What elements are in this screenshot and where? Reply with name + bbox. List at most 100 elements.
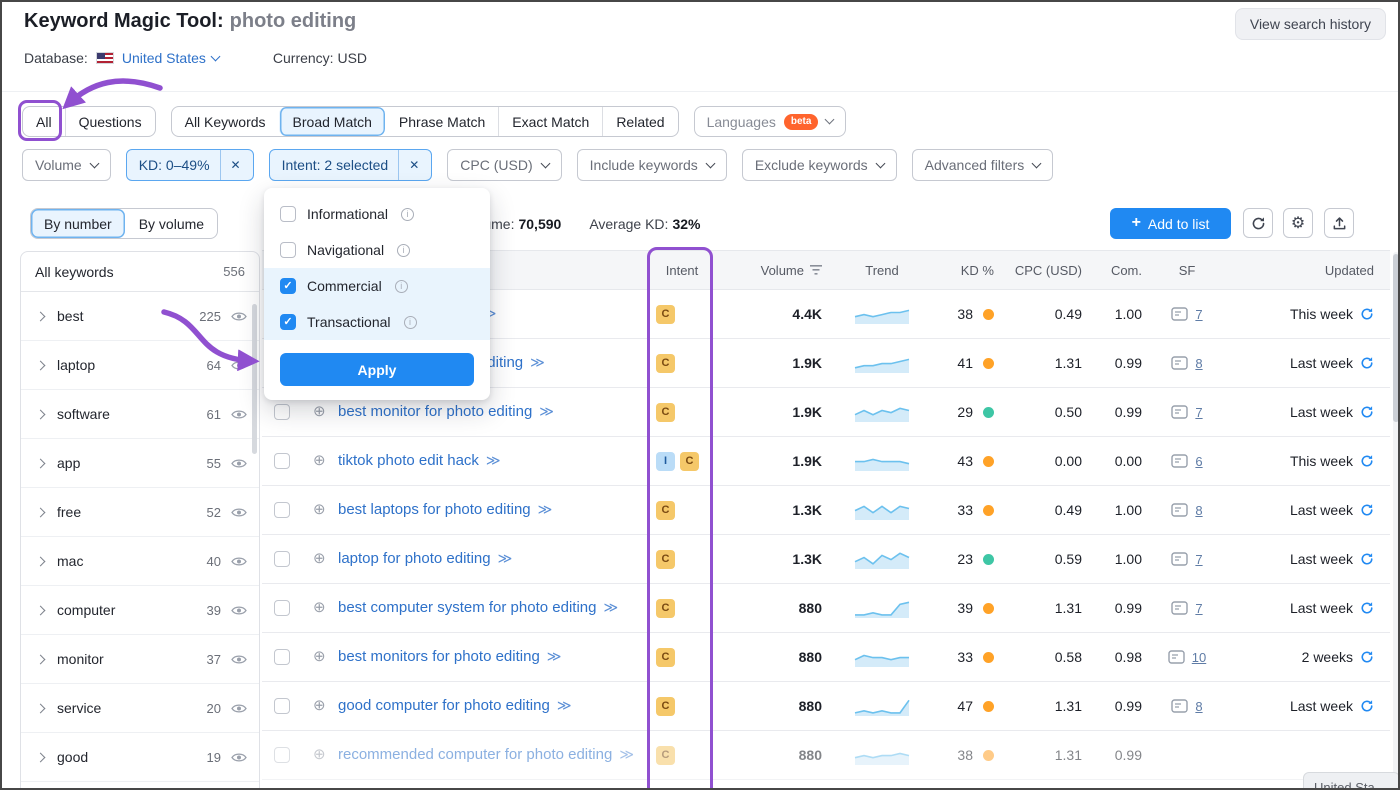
sf-count-link[interactable]: 6 (1195, 454, 1202, 469)
view-search-history-button[interactable]: View search history (1235, 8, 1386, 40)
checkbox-informational[interactable] (280, 206, 296, 222)
add-keyword-icon[interactable]: ⊕ (313, 744, 326, 766)
sf-count-link[interactable]: 7 (1195, 405, 1202, 420)
add-keyword-icon[interactable]: ⊕ (313, 695, 326, 717)
keyword-group-item[interactable]: best 225 (21, 292, 259, 341)
expand-icon[interactable] (36, 311, 46, 321)
keyword-link[interactable]: best monitors for photo editing (338, 648, 540, 665)
eye-icon[interactable] (231, 360, 247, 371)
open-keyword-icon[interactable]: ≫ (557, 697, 572, 713)
info-icon[interactable]: i (397, 244, 410, 257)
column-volume[interactable]: Volume (722, 263, 832, 278)
expand-icon[interactable] (36, 360, 46, 370)
column-com[interactable]: Com. (1092, 263, 1152, 278)
all-keywords-group[interactable]: All keywords 556 (21, 252, 259, 292)
open-keyword-icon[interactable]: ≫ (619, 746, 634, 762)
sf-count-link[interactable]: 8 (1195, 503, 1202, 518)
expand-icon[interactable] (36, 458, 46, 468)
tab-questions[interactable]: Questions (65, 107, 155, 136)
eye-icon[interactable] (231, 507, 247, 518)
keyword-link[interactable]: best monitor for photo editing (338, 403, 532, 420)
serp-features-cell[interactable]: 10 (1152, 650, 1222, 665)
open-keyword-icon[interactable]: ≫ (538, 501, 553, 517)
keyword-link[interactable]: good computer for photo editing (338, 697, 550, 714)
eye-icon[interactable] (231, 703, 247, 714)
row-checkbox[interactable] (274, 453, 290, 469)
eye-icon[interactable] (231, 458, 247, 469)
clear-kd-filter-icon[interactable]: ✕ (220, 150, 241, 180)
sidebar-scrollbar[interactable] (252, 304, 257, 454)
intent-option-commercial[interactable]: Commercial i (264, 268, 490, 304)
export-button[interactable] (1324, 208, 1354, 238)
row-checkbox[interactable] (274, 698, 290, 714)
tab-phrase-match[interactable]: Phrase Match (385, 107, 498, 136)
tab-all-keywords[interactable]: All Keywords (172, 107, 279, 136)
keyword-group-item[interactable]: app 55 (21, 439, 259, 488)
refresh-icon[interactable] (1360, 356, 1374, 370)
expand-icon[interactable] (36, 605, 46, 615)
expand-icon[interactable] (36, 654, 46, 664)
open-keyword-icon[interactable]: ≫ (486, 452, 501, 468)
sf-count-link[interactable]: 10 (1192, 650, 1206, 665)
keyword-link[interactable]: best laptops for photo editing (338, 501, 531, 518)
filter-intent[interactable]: Intent: 2 selected ✕ (269, 149, 433, 181)
toggle-by-number[interactable]: By number (31, 209, 125, 238)
keyword-group-item[interactable]: free 52 (21, 488, 259, 537)
row-checkbox[interactable] (274, 649, 290, 665)
keyword-link[interactable]: laptop for photo editing (338, 550, 491, 567)
info-icon[interactable]: i (401, 208, 414, 221)
open-keyword-icon[interactable]: ≫ (530, 354, 545, 370)
row-checkbox[interactable] (274, 747, 290, 763)
keyword-group-item[interactable]: mac 40 (21, 537, 259, 586)
sf-count-link[interactable]: 8 (1195, 356, 1202, 371)
refresh-icon[interactable] (1360, 650, 1374, 664)
add-to-list-button[interactable]: + Add to list (1110, 208, 1231, 239)
open-keyword-icon[interactable]: ≫ (539, 403, 554, 419)
column-cpc[interactable]: CPC (USD) (1002, 263, 1092, 278)
refresh-icon[interactable] (1360, 503, 1374, 517)
add-keyword-icon[interactable]: ⊕ (313, 401, 326, 423)
refresh-icon[interactable] (1360, 552, 1374, 566)
refresh-icon[interactable] (1360, 601, 1374, 615)
keyword-link[interactable]: tiktok photo edit hack (338, 452, 479, 469)
eye-icon[interactable] (231, 556, 247, 567)
sf-count-link[interactable]: 8 (1195, 699, 1202, 714)
settings-gear-button[interactable]: ⚙ (1283, 208, 1313, 238)
intent-option-navigational[interactable]: Navigational i (264, 232, 490, 268)
serp-features-cell[interactable]: 7 (1152, 307, 1222, 322)
tab-exact-match[interactable]: Exact Match (498, 107, 602, 136)
intent-option-informational[interactable]: Informational i (264, 196, 490, 232)
eye-icon[interactable] (231, 605, 247, 616)
tab-related[interactable]: Related (602, 107, 677, 136)
serp-features-cell[interactable]: 8 (1152, 503, 1222, 518)
keyword-group-item[interactable]: service 20 (21, 684, 259, 733)
expand-icon[interactable] (36, 507, 46, 517)
serp-features-cell[interactable]: 8 (1152, 699, 1222, 714)
sf-count-link[interactable]: 7 (1195, 307, 1202, 322)
eye-icon[interactable] (231, 409, 247, 420)
serp-features-cell[interactable]: 6 (1152, 454, 1222, 469)
add-keyword-icon[interactable]: ⊕ (313, 597, 326, 619)
refresh-icon[interactable] (1360, 699, 1374, 713)
keyword-group-item[interactable]: computer 39 (21, 586, 259, 635)
eye-icon[interactable] (231, 752, 247, 763)
keyword-link[interactable]: recommended computer for photo editing (338, 746, 612, 763)
row-checkbox[interactable] (274, 551, 290, 567)
eye-icon[interactable] (231, 311, 247, 322)
column-kd[interactable]: KD % (932, 263, 1002, 278)
toggle-by-volume[interactable]: By volume (125, 209, 217, 238)
eye-icon[interactable] (231, 654, 247, 665)
keyword-group-item[interactable]: good 19 (21, 733, 259, 782)
serp-features-cell[interactable]: 7 (1152, 601, 1222, 616)
row-checkbox[interactable] (274, 502, 290, 518)
expand-icon[interactable] (36, 556, 46, 566)
keyword-link[interactable]: best computer system for photo editing (338, 599, 596, 616)
serp-features-cell[interactable]: 8 (1152, 356, 1222, 371)
add-keyword-icon[interactable]: ⊕ (313, 450, 326, 472)
table-scrollbar-thumb[interactable] (1393, 254, 1399, 422)
info-icon[interactable]: i (404, 316, 417, 329)
keyword-group-item[interactable]: monitor 37 (21, 635, 259, 684)
serp-features-cell[interactable]: 7 (1152, 552, 1222, 567)
checkbox-commercial[interactable] (280, 278, 296, 294)
expand-icon[interactable] (36, 752, 46, 762)
